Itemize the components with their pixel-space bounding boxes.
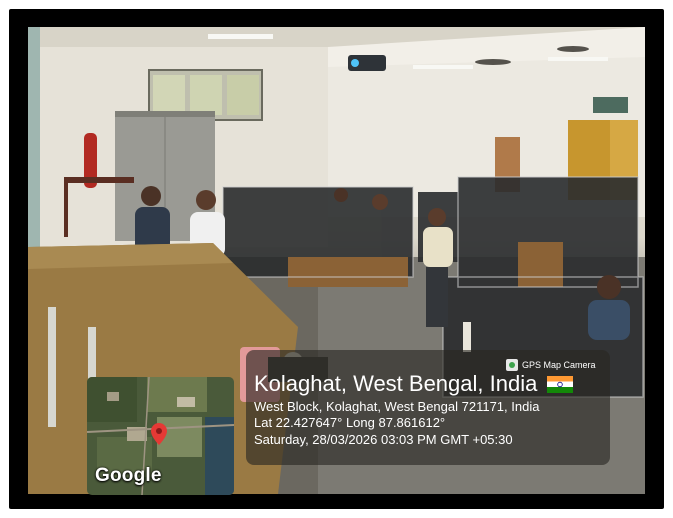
map-pin-icon [151,423,167,445]
coordinates-line: Lat 22.427647° Long 87.861612° [254,415,446,430]
datetime-line: Saturday, 28/03/2026 03:03 PM GMT +05:30 [254,432,513,447]
address-line: West Block, Kolaghat, West Bengal 721171… [254,399,540,414]
gps-map-camera-icon [506,359,518,371]
india-flag-icon [547,376,574,393]
location-title: Kolaghat, West Bengal, India [254,371,574,397]
gps-map-camera-label: GPS Map Camera [522,360,596,370]
gps-map-camera-badge: GPS Map Camera [506,359,596,371]
location-title-text: Kolaghat, West Bengal, India [254,371,538,396]
google-logo: Google [95,465,162,486]
